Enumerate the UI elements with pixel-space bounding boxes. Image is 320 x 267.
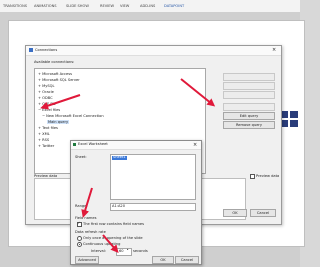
annotation-arrows [40,78,216,254]
arrow-to-field-names-icon [81,187,93,218]
arrow-to-edit-query-icon [180,78,216,107]
arrow-to-interval-icon [102,234,119,254]
arrow-to-main-query-icon [40,94,81,110]
